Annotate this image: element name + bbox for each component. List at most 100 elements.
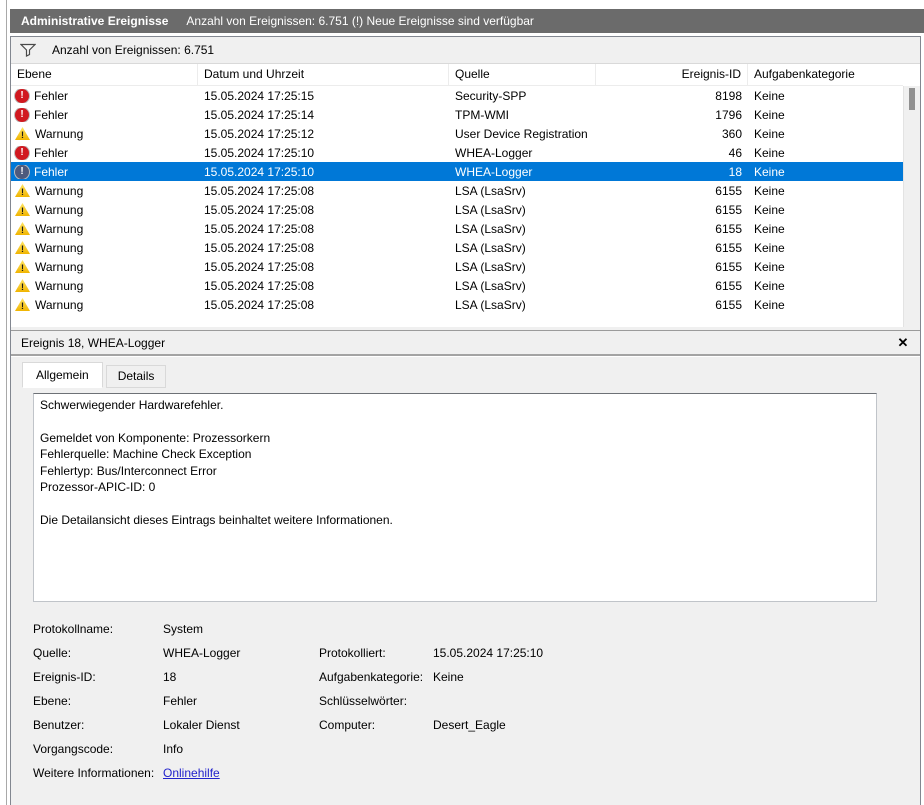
category-cell: Keine	[754, 126, 785, 141]
event-id-cell: 6155	[715, 221, 742, 236]
table-row[interactable]: ! Fehler 15.05.2024 17:25:10 WHEA-Logger…	[11, 162, 903, 181]
source-cell: Security-SPP	[455, 88, 527, 103]
table-row[interactable]: ! Warnung 15.05.2024 17:25:12 User Devic…	[11, 124, 903, 143]
view-title-bar: Administrative Ereignisse Anzahl von Ere…	[10, 9, 924, 33]
table-row[interactable]: ! Warnung 15.05.2024 17:25:08 LSA (LsaSr…	[11, 200, 903, 219]
source-cell: LSA (LsaSrv)	[455, 240, 526, 255]
table-row[interactable]: ! Warnung 15.05.2024 17:25:08 LSA (LsaSr…	[11, 295, 903, 314]
source-cell: LSA (LsaSrv)	[455, 278, 526, 293]
view-title: Administrative Ereignisse	[21, 14, 169, 28]
source-cell: WHEA-Logger	[455, 164, 533, 179]
datetime-cell: 15.05.2024 17:25:08	[204, 240, 315, 255]
event-id-cell: 6155	[715, 278, 742, 293]
table-row[interactable]: ! Warnung 15.05.2024 17:25:08 LSA (LsaSr…	[11, 219, 903, 238]
field-label-2: Computer:	[319, 718, 376, 732]
error-icon: !	[15, 88, 29, 103]
warning-icon: !	[15, 279, 30, 292]
category-cell: Keine	[754, 107, 785, 122]
column-header-datum[interactable]: Datum und Uhrzeit	[198, 64, 449, 85]
field-label: Weitere Informationen:	[33, 766, 155, 780]
field-value: System	[163, 622, 204, 636]
field-value: Info	[163, 742, 184, 756]
level-cell: Fehler	[34, 88, 69, 103]
table-row[interactable]: ! Fehler 15.05.2024 17:25:15 Security-SP…	[11, 86, 903, 105]
field-value: WHEA-Logger	[163, 646, 241, 660]
datetime-cell: 15.05.2024 17:25:08	[204, 259, 315, 274]
close-icon[interactable]: ✕	[895, 335, 911, 351]
event-id-cell: 46	[728, 145, 742, 160]
level-cell: Fehler	[34, 107, 69, 122]
datetime-cell: 15.05.2024 17:25:10	[204, 145, 315, 160]
datetime-cell: 15.05.2024 17:25:08	[204, 297, 315, 312]
level-cell: Warnung	[35, 202, 84, 217]
warning-icon: !	[15, 203, 30, 216]
field-value: Fehler	[163, 694, 198, 708]
view-subtitle: Anzahl von Ereignissen: 6.751 (!) Neue E…	[186, 14, 534, 28]
level-cell: Warnung	[35, 221, 84, 236]
scrollbar-thumb[interactable]	[909, 88, 915, 110]
table-row[interactable]: ! Warnung 15.05.2024 17:25:08 LSA (LsaSr…	[11, 276, 903, 295]
event-id-cell: 8198	[715, 88, 742, 103]
datetime-cell: 15.05.2024 17:25:15	[204, 88, 315, 103]
table-row[interactable]: ! Fehler 15.05.2024 17:25:14 TPM-WMI 179…	[11, 105, 903, 124]
field-label: Ebene:	[33, 694, 72, 708]
source-cell: LSA (LsaSrv)	[455, 183, 526, 198]
table-row[interactable]: ! Warnung 15.05.2024 17:25:08 LSA (LsaSr…	[11, 257, 903, 276]
event-table-scrollbar[interactable]	[903, 86, 920, 327]
pane-splitter[interactable]	[6, 0, 7, 805]
event-table-body: ! Fehler 15.05.2024 17:25:15 Security-SP…	[11, 86, 920, 327]
category-cell: Keine	[754, 202, 785, 217]
tab-allgemein[interactable]: Allgemein	[22, 362, 103, 388]
column-header-ebene[interactable]: Ebene	[11, 64, 198, 85]
level-cell: Fehler	[34, 145, 69, 160]
level-cell: Warnung	[35, 183, 84, 198]
warning-icon: !	[15, 260, 30, 273]
event-description-text[interactable]: Schwerwiegender Hardwarefehler. Gemeldet…	[33, 393, 877, 602]
level-cell: Warnung	[35, 259, 84, 274]
table-row[interactable]: ! Warnung 15.05.2024 17:25:08 LSA (LsaSr…	[11, 238, 903, 257]
detail-field-row: Ereignis-ID: 18 Aufgabenkategorie: Keine	[33, 665, 910, 689]
field-label: Ereignis-ID:	[33, 670, 96, 684]
field-label: Quelle:	[33, 646, 72, 660]
source-cell: WHEA-Logger	[455, 145, 533, 160]
warning-icon: !	[15, 298, 30, 311]
warning-icon: !	[15, 241, 30, 254]
event-properties: Protokollname: System Quelle: WHEA-Logge…	[33, 617, 910, 785]
level-cell: Warnung	[35, 240, 84, 255]
column-header-quelle[interactable]: Quelle	[449, 64, 596, 85]
onlinehilfe-link[interactable]: Onlinehilfe	[163, 766, 319, 780]
column-header-aufgabenkategorie[interactable]: Aufgabenkategorie	[748, 64, 903, 85]
field-value-2: 15.05.2024 17:25:10	[433, 646, 544, 660]
event-id-cell: 6155	[715, 240, 742, 255]
column-header-ereignis-id[interactable]: Ereignis-ID	[596, 64, 748, 85]
field-label-2: Protokolliert:	[319, 646, 386, 660]
category-cell: Keine	[754, 278, 785, 293]
tab-details[interactable]: Details	[105, 365, 167, 388]
table-row[interactable]: ! Warnung 15.05.2024 17:25:08 LSA (LsaSr…	[11, 181, 903, 200]
event-id-cell: 18	[728, 164, 742, 179]
preview-tabs: Allgemein Details	[22, 362, 167, 388]
level-cell: Warnung	[35, 278, 84, 293]
datetime-cell: 15.05.2024 17:25:08	[204, 202, 315, 217]
event-id-cell: 6155	[715, 183, 742, 198]
error-icon: !	[15, 107, 29, 122]
error-icon: !	[15, 145, 29, 160]
event-table: Ebene Datum und Uhrzeit Quelle Ereignis-…	[11, 63, 920, 327]
event-id-cell: 6155	[715, 202, 742, 217]
event-id-cell: 1796	[715, 107, 742, 122]
category-cell: Keine	[754, 240, 785, 255]
table-row[interactable]: ! Fehler 15.05.2024 17:25:10 WHEA-Logger…	[11, 143, 903, 162]
datetime-cell: 15.05.2024 17:25:12	[204, 126, 315, 141]
field-label: Protokollname:	[33, 622, 114, 636]
datetime-cell: 15.05.2024 17:25:08	[204, 278, 315, 293]
event-count-label: Anzahl von Ereignissen: 6.751	[52, 43, 215, 57]
filter-bar: Anzahl von Ereignissen: 6.751	[11, 37, 920, 63]
category-cell: Keine	[754, 259, 785, 274]
datetime-cell: 15.05.2024 17:25:08	[204, 183, 315, 198]
level-cell: Fehler	[34, 164, 69, 179]
event-id-cell: 360	[721, 126, 742, 141]
category-cell: Keine	[754, 221, 785, 236]
field-label-2: Aufgabenkategorie:	[319, 670, 424, 684]
warning-icon: !	[15, 222, 30, 235]
category-cell: Keine	[754, 183, 785, 198]
